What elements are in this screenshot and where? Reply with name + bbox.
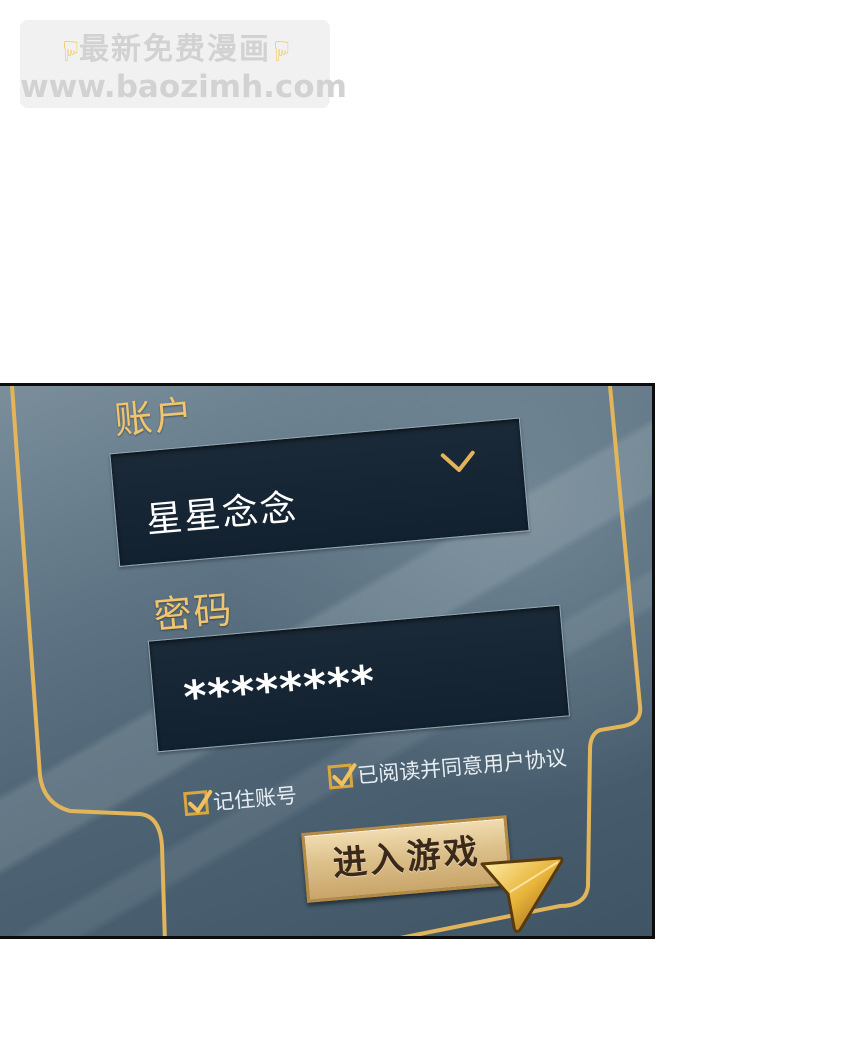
agree-terms-checkbox-row[interactable]: 已阅读并同意用户协议 [327, 742, 568, 793]
account-dropdown[interactable]: 星星念念 [109, 417, 530, 567]
watermark: ☝最新免费漫画☝ www.baozimh.com [20, 20, 347, 108]
checkmark-icon [332, 763, 357, 787]
agree-checkbox[interactable] [327, 763, 357, 790]
chevron-down-icon[interactable] [439, 448, 477, 477]
remember-checkbox[interactable] [183, 789, 213, 817]
watermark-title: 最新免费漫画 [79, 32, 271, 67]
password-value: ******** [181, 656, 378, 724]
password-label: 密码 [151, 587, 236, 639]
remember-account-checkbox-row[interactable]: 记住账号 [183, 779, 298, 819]
cursor-arrow-icon [480, 856, 564, 933]
watermark-url: www.baozimh.com [20, 69, 347, 105]
agree-label: 已阅读并同意用户协议 [356, 745, 568, 788]
checkmark-icon [188, 789, 213, 814]
pointing-down-hand-icon: ☝ [271, 34, 291, 67]
account-value: 星星念念 [144, 487, 300, 542]
account-label: 账户 [112, 391, 197, 443]
pointing-down-hand-icon: ☝ [59, 34, 79, 67]
remember-label: 记住账号 [212, 783, 298, 815]
